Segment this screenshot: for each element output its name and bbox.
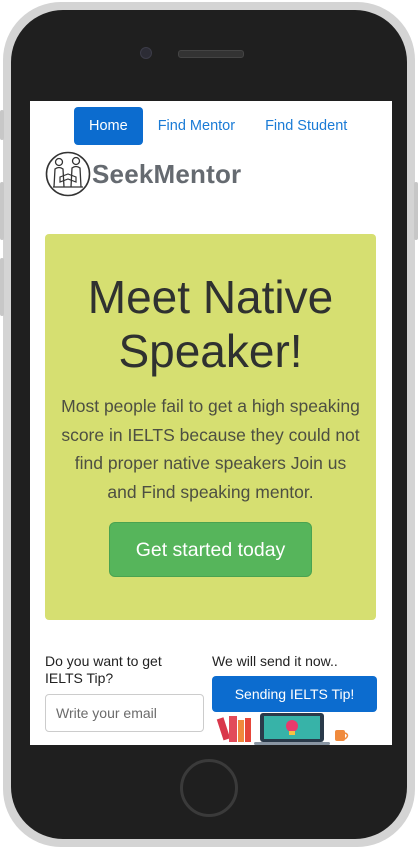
volume-down-button: [0, 258, 4, 316]
hero-text: Most people fail to get a high speaking …: [61, 396, 360, 502]
screen: Home Find Mentor Find Student SeekMentor…: [30, 101, 392, 745]
nav-home[interactable]: Home: [74, 107, 143, 145]
hero-banner: Meet Native Speaker! Most people fail to…: [45, 234, 376, 620]
brand[interactable]: SeekMentor: [45, 149, 241, 199]
mentor-student-logo-icon: [45, 151, 91, 197]
tip-send: We will send it now.. Sending IELTS Tip!: [212, 653, 378, 745]
mute-switch: [0, 110, 4, 140]
front-camera-icon: [140, 47, 152, 59]
send-tip-button[interactable]: Sending IELTS Tip!: [212, 676, 377, 712]
email-field[interactable]: [45, 694, 204, 732]
top-nav: Home Find Mentor Find Student: [74, 107, 362, 145]
nav-find-student[interactable]: Find Student: [250, 107, 362, 145]
books-laptop-illustration-icon: [216, 713, 349, 745]
power-button: [414, 182, 418, 240]
nav-find-mentor[interactable]: Find Mentor: [143, 107, 250, 145]
home-button[interactable]: [180, 759, 238, 817]
tip-promise: We will send it now..: [212, 653, 338, 669]
earpiece-speaker: [178, 50, 244, 58]
get-started-button[interactable]: Get started today: [109, 522, 312, 577]
volume-up-button: [0, 182, 4, 240]
tip-question: Do you want to get IELTS Tip?: [45, 653, 162, 686]
tip-signup: Do you want to get IELTS Tip?: [45, 653, 204, 732]
hero-title: Meet Native Speaker!: [87, 271, 334, 377]
brand-name: SeekMentor: [92, 158, 242, 189]
